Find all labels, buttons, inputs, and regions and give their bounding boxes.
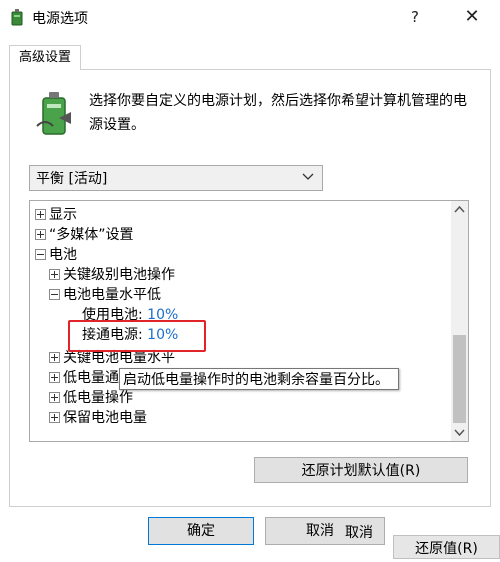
tree-item-battery[interactable]: 电池 (35, 245, 77, 265)
expand-icon[interactable] (49, 371, 60, 383)
tree-item-label: 电池 (49, 247, 77, 263)
battery-power-icon (36, 92, 71, 135)
window-title: 电源选项 (32, 11, 88, 27)
ok-button[interactable]: 确定 (148, 517, 254, 545)
description-text: 选择你要自定义的电源计划，然后选择你希望计算机管理的电源设置。 (89, 93, 467, 133)
tree-item-label: 低电量通 (63, 370, 119, 386)
tab-advanced-settings[interactable]: 高级设置 (9, 45, 81, 70)
chevron-down-icon (302, 173, 314, 180)
scroll-up-arrow-icon[interactable] (451, 201, 468, 218)
help-button[interactable]: ? (400, 4, 430, 30)
scroll-down-arrow-icon[interactable] (451, 424, 468, 441)
tree-item-low-battery-notification[interactable]: 低电量通 (49, 368, 119, 388)
tree-item-low-battery-level[interactable]: 电池电量水平低 (49, 285, 161, 305)
scrollbar-thumb[interactable] (453, 335, 466, 423)
collapse-icon[interactable] (49, 288, 60, 300)
expand-icon[interactable] (49, 268, 60, 280)
expand-icon[interactable] (49, 411, 60, 423)
tree-item-multimedia[interactable]: “多媒体”设置 (35, 225, 134, 245)
restore-value-button[interactable]: 还原值(R) (393, 535, 500, 559)
tree-item-display[interactable]: 显示 (35, 205, 77, 225)
tooltip: 启动低电量操作时的电池剩余容量百分比。 (119, 368, 399, 390)
power-options-icon (11, 9, 23, 26)
highlight-box (68, 320, 206, 352)
tree-item-label: 低电量操作 (63, 390, 133, 406)
tree-item-label: 显示 (49, 207, 77, 223)
collapse-icon[interactable] (35, 248, 46, 260)
tree-item-low-battery-action[interactable]: 低电量操作 (49, 388, 133, 408)
tree-item-label: 关键电池电量水平 (63, 350, 175, 366)
tree-item-reserve-battery-level[interactable]: 保留电池电量 (49, 408, 147, 428)
tree-item-critical-battery-action[interactable]: 关键级别电池操作 (49, 265, 175, 285)
expand-icon[interactable] (49, 391, 60, 403)
power-plan-value: 平衡 [活动] (36, 171, 108, 187)
expand-icon[interactable] (49, 351, 60, 363)
expand-icon[interactable] (35, 208, 46, 220)
tree-item-label: 保留电池电量 (63, 410, 147, 426)
tree-item-label: 关键级别电池操作 (63, 267, 175, 283)
expand-icon[interactable] (35, 228, 46, 240)
vertical-scrollbar[interactable] (451, 201, 468, 441)
tree-item-label: 电池电量水平低 (63, 287, 161, 303)
title-bar: 电源选项 ? ✕ (0, 0, 500, 34)
cancel-label-duplicate: 取消 (345, 525, 373, 541)
restore-plan-defaults-button[interactable]: 还原计划默认值(R) (254, 457, 468, 483)
tree-item-label: “多媒体”设置 (49, 227, 134, 243)
power-plan-select[interactable]: 平衡 [活动] (29, 165, 323, 191)
close-button[interactable]: ✕ (455, 4, 489, 30)
